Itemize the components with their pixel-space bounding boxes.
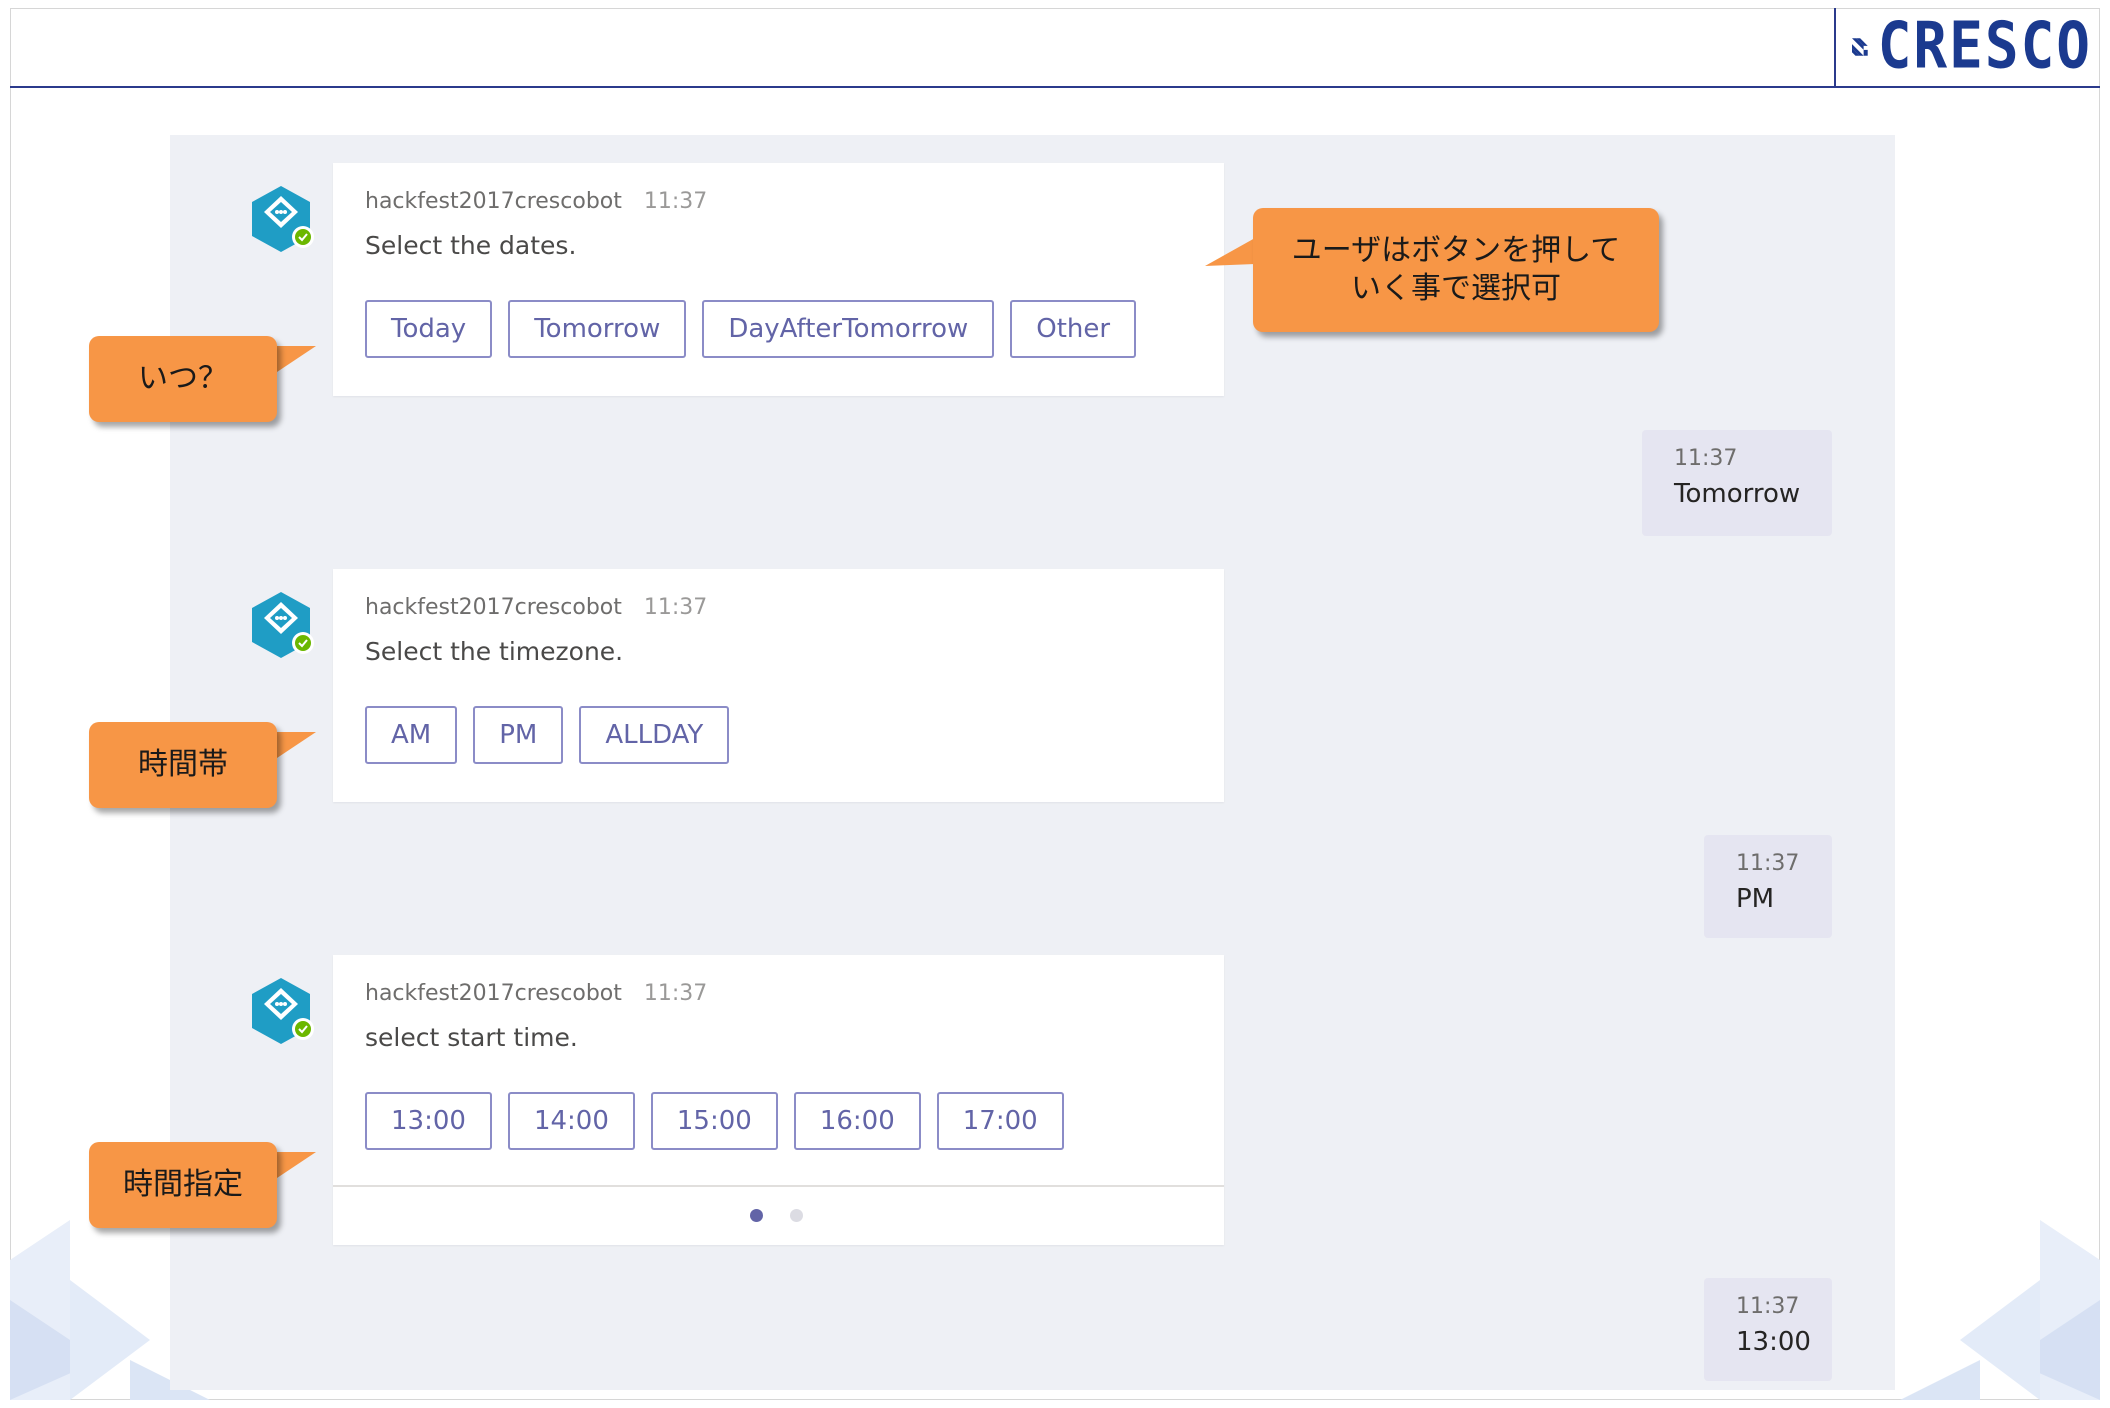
user-message-bubble: 11:37 PM <box>1704 835 1832 938</box>
pm-button[interactable]: PM <box>473 706 564 764</box>
callout-button-selection: ユーザはボタンを押して いく事で選択可 <box>1253 208 1659 332</box>
carousel-dot-active[interactable] <box>750 1209 763 1222</box>
other-button[interactable]: Other <box>1010 300 1137 358</box>
tomorrow-button[interactable]: Tomorrow <box>508 300 687 358</box>
sender-name: hackfest2017crescobot <box>365 595 622 620</box>
message-time: 11:37 <box>643 981 708 1006</box>
message-text: 13:00 <box>1736 1327 1811 1357</box>
sender-name: hackfest2017crescobot <box>365 189 622 214</box>
callout-line-2: いく事で選択可 <box>1351 271 1561 306</box>
message-time: 11:37 <box>1736 851 1800 876</box>
callout-line-1: ユーザはボタンを押して <box>1291 233 1621 268</box>
time-1700-button[interactable]: 17:00 <box>936 1092 1064 1150</box>
card-divider <box>333 1185 1224 1187</box>
message-time: 11:37 <box>643 189 708 214</box>
callout-when: いつ？ <box>89 336 277 422</box>
bot-avatar-icon <box>252 978 314 1044</box>
choice-buttons: AM PM ALLDAY <box>365 706 730 764</box>
time-1500-button[interactable]: 15:00 <box>650 1092 778 1150</box>
bot-avatar-icon <box>252 592 314 658</box>
user-message-bubble: 11:37 13:00 <box>1704 1278 1832 1381</box>
bot-message-card: hackfest2017crescobot 11:37 Select the d… <box>333 163 1224 396</box>
header-rule <box>10 86 2100 88</box>
time-1300-button[interactable]: 13:00 <box>365 1092 492 1150</box>
message-text: Tomorrow <box>1674 479 1801 509</box>
carousel-dot[interactable] <box>790 1209 803 1222</box>
time-1600-button[interactable]: 16:00 <box>793 1092 921 1150</box>
message-text: select start time. <box>365 1023 578 1052</box>
message-time: 11:37 <box>1736 1294 1800 1319</box>
message-time: 11:37 <box>1674 446 1738 471</box>
callout-timezone: 時間帯 <box>89 722 277 808</box>
am-button[interactable]: AM <box>365 706 458 764</box>
bot-avatar-icon <box>252 186 314 252</box>
logo-divider <box>1834 8 1836 88</box>
user-message-bubble: 11:37 Tomorrow <box>1642 430 1832 536</box>
message-text: Select the timezone. <box>365 637 624 666</box>
bot-message-card: hackfest2017crescobot 11:37 select start… <box>333 955 1224 1245</box>
message-text: Select the dates. <box>365 231 577 260</box>
logo-wordmark: CRESCO <box>1877 9 2092 84</box>
message-text: PM <box>1736 884 1775 914</box>
choice-buttons: Today Tomorrow DayAfterTomorrow Other <box>365 300 1137 358</box>
today-button[interactable]: Today <box>365 300 493 358</box>
message-time: 11:37 <box>643 595 708 620</box>
cresco-logo-mark-icon <box>1852 38 1868 56</box>
callout-pointer <box>1205 238 1255 266</box>
bot-message-card: hackfest2017crescobot 11:37 Select the t… <box>333 569 1224 802</box>
allday-button[interactable]: ALLDAY <box>579 706 730 764</box>
time-1400-button[interactable]: 14:00 <box>507 1092 635 1150</box>
cresco-logo: CRESCO <box>1852 14 2092 80</box>
day-after-tomorrow-button[interactable]: DayAfterTomorrow <box>702 300 995 358</box>
callout-time-spec: 時間指定 <box>89 1142 277 1228</box>
choice-buttons: 13:00 14:00 15:00 16:00 17:00 <box>365 1092 1064 1150</box>
sender-name: hackfest2017crescobot <box>365 981 622 1006</box>
